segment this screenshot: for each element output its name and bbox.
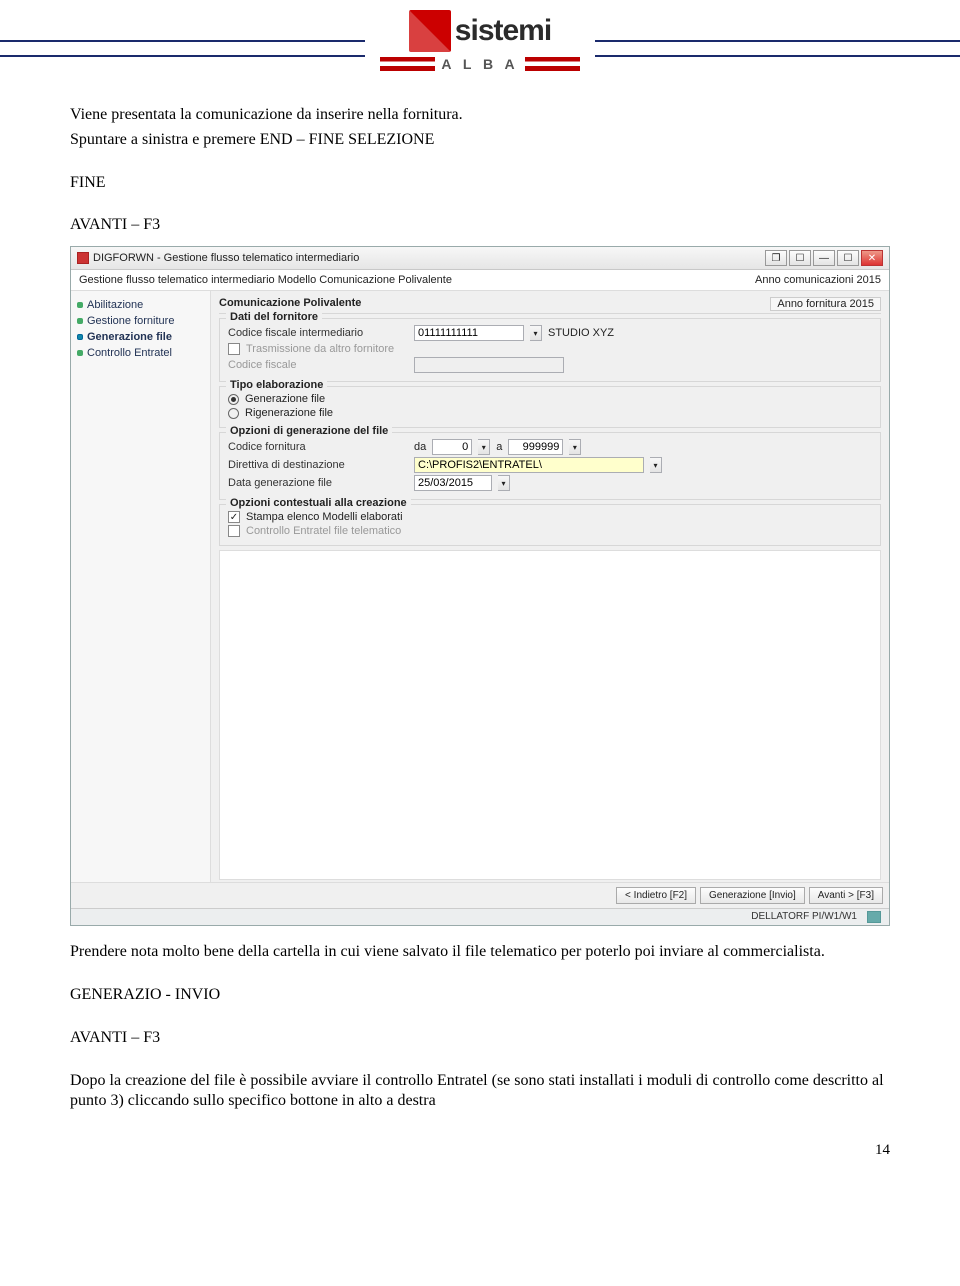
trasmissione-label: Trasmissione da altro fornitore (246, 343, 394, 355)
codice-fornitura-label: Codice fornitura (228, 441, 408, 453)
codice-fiscale-input (414, 357, 564, 373)
close-icon[interactable]: ✕ (861, 250, 883, 266)
avanti-button[interactable]: Avanti > [F3] (809, 887, 883, 904)
app-window: DIGFORWN - Gestione flusso telematico in… (70, 246, 890, 926)
cf-intermediario-input[interactable] (414, 325, 524, 341)
group-tipo-elaborazione: Tipo elaborazione Generazione file Rigen… (219, 386, 881, 428)
dropdown-icon[interactable]: ▾ (650, 457, 662, 473)
logo-brand-text: sistemi (455, 14, 551, 48)
logo-stripes-icon (525, 57, 580, 71)
subtitle-left: Gestione flusso telematico intermediario… (79, 274, 452, 286)
group-dati-fornitore: Dati del fornitore Codice fiscale interm… (219, 318, 881, 382)
minimize-icon[interactable]: — (813, 250, 835, 266)
status-text: DELLATORF PI/W1/W1 (751, 911, 857, 923)
radio-generazione[interactable] (228, 394, 239, 405)
radio-rigenerazione[interactable] (228, 408, 239, 419)
generazione-button[interactable]: Generazione [Invio] (700, 887, 805, 904)
dropdown-icon[interactable]: ▾ (498, 475, 510, 491)
paragraph: Spuntare a sinistra e premere END – FINE… (70, 130, 890, 151)
da-input[interactable] (432, 439, 472, 455)
sidebar: Abilitazione Gestione forniture Generazi… (71, 291, 211, 882)
status-icon (867, 911, 881, 923)
logo-mark-icon (409, 10, 451, 52)
logo-stripes-icon (380, 57, 435, 71)
dropdown-icon[interactable]: ▾ (569, 439, 581, 455)
data-generazione-input[interactable] (414, 475, 492, 491)
direttiva-label: Direttiva di destinazione (228, 459, 408, 471)
cf-intermediario-desc: STUDIO XYZ (548, 327, 614, 339)
group-opzioni-generazione: Opzioni di generazione del file Codice f… (219, 432, 881, 500)
sidebar-item-abilitazione[interactable]: Abilitazione (75, 297, 206, 313)
sidebar-item-controllo-entratel[interactable]: Controllo Entratel (75, 345, 206, 361)
logo-sub-text: A L B A (441, 56, 518, 72)
controllo-entratel-checkbox (228, 525, 240, 537)
sidebar-item-generazione-file[interactable]: Generazione file (75, 329, 206, 345)
paragraph: FINE (70, 173, 890, 194)
dropdown-icon[interactable]: ▾ (478, 439, 490, 455)
paragraph: Viene presentata la comunicazione da ins… (70, 105, 890, 126)
maximize-icon[interactable]: ☐ (837, 250, 859, 266)
cf-intermediario-label: Codice fiscale intermediario (228, 327, 408, 339)
dropdown-icon[interactable]: ▾ (530, 325, 542, 341)
restore-down-icon[interactable]: ❐ (765, 250, 787, 266)
page-number: 14 (70, 1142, 890, 1159)
subtitle-right: Anno comunicazioni 2015 (755, 274, 881, 286)
app-icon (77, 252, 89, 264)
paragraph: AVANTI – F3 (70, 1028, 890, 1049)
paragraph: Dopo la creazione del file è possibile a… (70, 1071, 890, 1113)
direttiva-input[interactable] (414, 457, 644, 473)
paragraph: Prendere nota molto bene della cartella … (70, 942, 890, 963)
maximize2-icon[interactable]: ☐ (789, 250, 811, 266)
paragraph: GENERAZIO - INVIO (70, 985, 890, 1006)
blank-area (219, 550, 881, 880)
trasmissione-checkbox (228, 343, 240, 355)
window-title: DIGFORWN - Gestione flusso telematico in… (93, 252, 359, 264)
codice-fiscale-label: Codice fiscale (228, 359, 408, 371)
panel-year: Anno fornitura 2015 (770, 297, 881, 311)
page-logo: sistemi A L B A (365, 10, 595, 72)
stampa-elenco-checkbox[interactable]: ✓ (228, 511, 240, 523)
sidebar-item-gestione-forniture[interactable]: Gestione forniture (75, 313, 206, 329)
panel-title: Comunicazione Polivalente (219, 297, 361, 311)
group-opzioni-contestuali: Opzioni contestuali alla creazione ✓ Sta… (219, 504, 881, 546)
indietro-button[interactable]: < Indietro [F2] (616, 887, 696, 904)
a-input[interactable] (508, 439, 563, 455)
data-generazione-label: Data generazione file (228, 477, 408, 489)
paragraph: AVANTI – F3 (70, 215, 890, 236)
